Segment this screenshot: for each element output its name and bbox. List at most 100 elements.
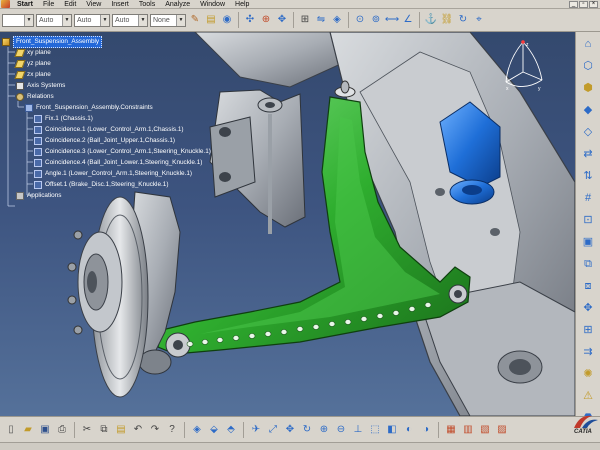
multi-instantiation-icon[interactable]: ⧉ xyxy=(580,256,596,272)
menu-start[interactable]: Start xyxy=(12,0,38,9)
tree-item-zx-plane[interactable]: zx plane xyxy=(2,69,222,80)
swap-visible-space-icon[interactable]: ◑ xyxy=(419,423,433,437)
new-part-icon[interactable]: ◆ xyxy=(580,102,596,118)
zoom-out-icon[interactable]: ⊖ xyxy=(334,423,348,437)
chevron-down-icon[interactable]: ▼ xyxy=(138,14,147,26)
clash-icon[interactable]: ⇋ xyxy=(314,13,328,27)
tree-item-offset-1[interactable]: Offset.1 (Brake_Disc.1,Steering_Knuckle.… xyxy=(2,179,222,190)
generate-numbering-icon[interactable]: # xyxy=(580,190,596,206)
minimize-icon[interactable]: _ xyxy=(569,0,578,8)
copy-icon[interactable]: ⧉ xyxy=(97,423,111,437)
zoom-in-icon[interactable]: ⊕ xyxy=(317,423,331,437)
tree-item-xy-plane[interactable]: xy plane xyxy=(2,47,222,58)
close-icon[interactable]: × xyxy=(589,0,598,8)
new-product-icon[interactable]: ⬢ xyxy=(580,80,596,96)
new-component-icon[interactable]: ⬡ xyxy=(580,58,596,74)
tree-item-yz-plane[interactable]: yz plane xyxy=(2,58,222,69)
properties-icon[interactable]: ▤ xyxy=(204,13,218,27)
undo-icon[interactable]: ↶ xyxy=(131,423,145,437)
normal-view-icon[interactable]: ⊥ xyxy=(351,423,365,437)
tree-item-applications[interactable]: Applications xyxy=(2,190,222,201)
angle-constraint-icon[interactable]: ∠ xyxy=(401,13,415,27)
coincidence-constraint-icon[interactable]: ⊙ xyxy=(353,13,367,27)
sectioning-icon[interactable]: ⬘ xyxy=(224,423,238,437)
chevron-down-icon[interactable]: ▼ xyxy=(100,14,109,26)
fix-component-icon[interactable]: ⚓ xyxy=(424,13,438,27)
bill-of-material-icon[interactable]: ▧ xyxy=(478,423,492,437)
quick-view-icon[interactable]: ⬚ xyxy=(368,423,382,437)
tree-item-fix-1[interactable]: Fix.1 (Chassis.1) xyxy=(2,113,222,124)
update-icon[interactable]: ↻ xyxy=(456,13,470,27)
explode-tool-icon[interactable]: ✺ xyxy=(580,366,596,382)
transparency-dropdown[interactable]: Auto ▼ xyxy=(36,13,72,27)
hide-show-icon[interactable]: ◐ xyxy=(402,423,416,437)
contact-constraint-icon[interactable]: ⊚ xyxy=(369,13,383,27)
fast-multi-instantiation-icon[interactable]: ⧈ xyxy=(580,278,596,294)
catalog-tool-icon[interactable]: ▥ xyxy=(461,423,475,437)
selective-load-icon[interactable]: ⊡ xyxy=(580,212,596,228)
layer-dropdown[interactable]: None ▼ xyxy=(150,13,186,27)
line-type-dropdown[interactable]: Auto ▼ xyxy=(112,13,148,27)
sphere-icon[interactable]: ◉ xyxy=(220,13,234,27)
manage-representations-icon[interactable]: ▣ xyxy=(580,234,596,250)
smart-move-icon[interactable]: ⇉ xyxy=(580,344,596,360)
print-icon[interactable]: ⎙ xyxy=(55,423,69,437)
section-icon[interactable]: ◈ xyxy=(330,13,344,27)
menu-analyze[interactable]: Analyze xyxy=(160,0,195,9)
tree-item-coincidence-4[interactable]: Coincidence.4 (Ball_Joint_Lower.1,Steeri… xyxy=(2,157,222,168)
menu-edit[interactable]: Edit xyxy=(59,0,81,9)
paste-icon[interactable]: ▤ xyxy=(114,423,128,437)
tree-item-angle-1[interactable]: Angle.1 (Lower_Control_Arm.1,Steering_Kn… xyxy=(2,168,222,179)
compass-widget[interactable]: x y z xyxy=(500,38,546,94)
tree-item-relations[interactable]: Relations xyxy=(2,91,222,102)
tree-item-coincidence-1[interactable]: Coincidence.1 (Lower_Control_Arm.1,Chass… xyxy=(2,124,222,135)
knowledge-icon[interactable]: ▨ xyxy=(495,423,509,437)
cut-icon[interactable]: ✂ xyxy=(80,423,94,437)
properties-table-icon[interactable]: ▦ xyxy=(444,423,458,437)
replace-component-icon[interactable]: ⇄ xyxy=(580,146,596,162)
catalog-browser-icon[interactable]: ⌂ xyxy=(580,36,596,52)
chevron-down-icon[interactable]: ▼ xyxy=(176,14,185,26)
manipulation-icon[interactable]: ✥ xyxy=(580,300,596,316)
line-thickness-dropdown[interactable]: Auto ▼ xyxy=(74,13,110,27)
tree-item-coincidence-2[interactable]: Coincidence.2 (Ball_Joint_Upper.1,Chassi… xyxy=(2,135,222,146)
move-icon[interactable]: ⊕ xyxy=(259,13,273,27)
tree-root-label[interactable]: Front_Suspension_Assembly xyxy=(13,35,103,48)
whats-this-icon[interactable]: ? xyxy=(165,423,179,437)
3d-viewport[interactable]: Front_Suspension_Assembly xy plane yz pl… xyxy=(0,32,575,416)
snap-icon[interactable]: ⊞ xyxy=(298,13,312,27)
save-icon[interactable]: ▣ xyxy=(38,423,52,437)
measure-icon[interactable]: ⌖ xyxy=(472,13,486,27)
redo-icon[interactable]: ↷ xyxy=(148,423,162,437)
chevron-down-icon[interactable]: ▼ xyxy=(62,14,71,26)
painter-icon[interactable]: ✎ xyxy=(188,13,202,27)
color-dropdown[interactable]: ▼ xyxy=(2,13,34,27)
menu-tools[interactable]: Tools xyxy=(134,0,160,9)
open-icon[interactable]: ▰ xyxy=(21,423,35,437)
menu-help[interactable]: Help xyxy=(230,0,254,9)
graph-tree-reordering-icon[interactable]: ⇅ xyxy=(580,168,596,184)
menu-file[interactable]: File xyxy=(38,0,59,9)
snap-tool-icon[interactable]: ⊞ xyxy=(580,322,596,338)
chevron-down-icon[interactable]: ▼ xyxy=(24,14,33,26)
distance-icon[interactable]: ⬙ xyxy=(207,423,221,437)
fly-mode-icon[interactable]: ✈ xyxy=(249,423,263,437)
fit-all-icon[interactable]: ⤢ xyxy=(266,423,280,437)
catalog-icon[interactable]: ✣ xyxy=(243,13,257,27)
fix-together-icon[interactable]: ⛓ xyxy=(440,13,454,27)
menu-insert[interactable]: Insert xyxy=(106,0,134,9)
tree-item-constraints[interactable]: Front_Suspension_Assembly.Constraints xyxy=(2,102,222,113)
offset-constraint-icon[interactable]: ⟷ xyxy=(385,13,399,27)
pan-icon[interactable]: ✥ xyxy=(283,423,297,437)
menu-window[interactable]: Window xyxy=(195,0,230,9)
space-analysis-icon[interactable]: ◈ xyxy=(190,423,204,437)
view-mode-icon[interactable]: ◧ xyxy=(385,423,399,437)
brake-disc-part[interactable] xyxy=(67,196,149,398)
upper-mount-part[interactable] xyxy=(209,89,306,234)
tree-item-axis-systems[interactable]: Axis Systems xyxy=(2,80,222,91)
rotate-icon[interactable]: ↻ xyxy=(300,423,314,437)
explode-icon[interactable]: ✥ xyxy=(275,13,289,27)
catia-app-icon[interactable] xyxy=(1,0,10,8)
tree-root[interactable]: Front_Suspension_Assembly xyxy=(2,35,222,48)
tree-item-coincidence-3[interactable]: Coincidence.3 (Lower_Control_Arm.1,Steer… xyxy=(2,146,222,157)
